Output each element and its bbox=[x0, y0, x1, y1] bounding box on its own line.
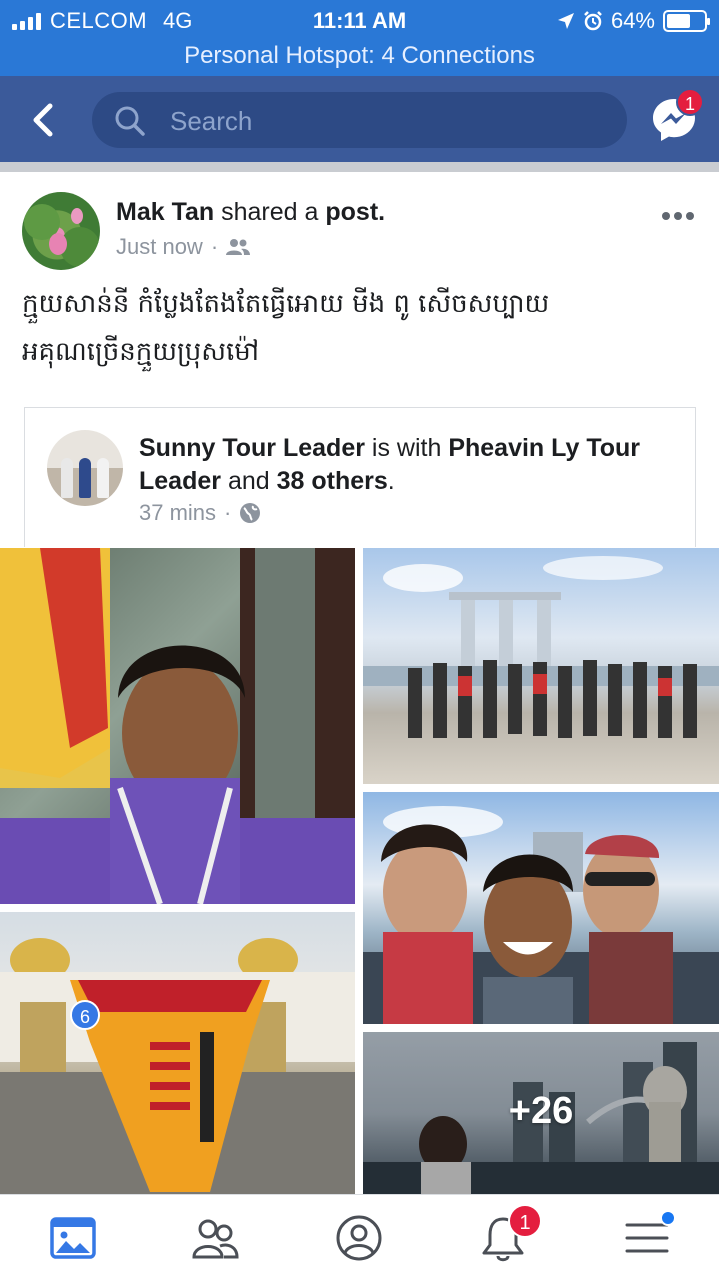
meta-dot: · bbox=[210, 234, 219, 259]
post-text: ក្មួយសាន់នី កំប្លែងតែងតែធ្វើអោយ មីង ពូ ស… bbox=[22, 284, 702, 379]
post-time[interactable]: Just now bbox=[116, 234, 203, 260]
app-root: CELCOM 4G 11:11 AM 64% Personal Hotspot:… bbox=[0, 0, 719, 1280]
photo-art bbox=[0, 938, 355, 1194]
shared-with-text: is with bbox=[371, 434, 442, 462]
tagged-others-link[interactable]: 38 others bbox=[277, 467, 388, 495]
shared-author-name[interactable]: Sunny Tour Leader bbox=[139, 434, 365, 462]
shared-author-avatar[interactable] bbox=[47, 430, 123, 506]
photo-group-selfie[interactable] bbox=[363, 792, 719, 1024]
location-icon bbox=[557, 13, 574, 29]
more-options-icon[interactable] bbox=[662, 208, 698, 224]
post-text-line: ក្មួយសាន់នី កំប្លែងតែងតែធ្វើអោយ មីង ពូ ស… bbox=[22, 289, 550, 319]
battery-icon bbox=[663, 10, 710, 32]
avatar-figure bbox=[61, 458, 73, 498]
friends-icon bbox=[226, 239, 251, 255]
battery-percent: 64% bbox=[610, 8, 655, 33]
photo-art bbox=[363, 806, 719, 1024]
alarm-icon bbox=[584, 11, 602, 31]
post-text-line: អគុណច្រើនក្មួយប្រុសម៉ៅ bbox=[22, 336, 260, 367]
shared-post-time[interactable]: 37 mins bbox=[139, 500, 216, 526]
news-feed-icon[interactable] bbox=[48, 1213, 98, 1263]
post-object-link[interactable]: post. bbox=[325, 198, 385, 226]
profile-icon[interactable] bbox=[334, 1213, 384, 1263]
photo-flag-gate[interactable] bbox=[0, 912, 355, 1194]
feed-divider bbox=[0, 162, 719, 172]
status-bar: CELCOM 4G 11:11 AM 64% Personal Hotspot:… bbox=[0, 0, 719, 76]
post-meta: Just now · bbox=[116, 234, 251, 260]
avatar-figure bbox=[97, 458, 109, 498]
battery-fill bbox=[667, 14, 691, 28]
lotus-photo bbox=[24, 204, 100, 267]
avatar-figure bbox=[79, 458, 91, 498]
author-name[interactable]: Mak Tan bbox=[116, 198, 214, 226]
feed-post: Mak Tan shared a post. Just now · ក្មួយស… bbox=[0, 172, 719, 1194]
post-action: shared a bbox=[221, 198, 319, 226]
more-photos-count: +26 bbox=[508, 1090, 574, 1132]
notifications-badge: 1 bbox=[508, 1204, 542, 1238]
author-avatar[interactable] bbox=[22, 192, 100, 270]
photo-group-marina-bay[interactable] bbox=[363, 548, 719, 784]
shared-and-text: and bbox=[227, 467, 270, 495]
meta-dot: · bbox=[224, 500, 232, 525]
photo-art bbox=[363, 556, 719, 738]
hotspot-banner[interactable]: Personal Hotspot: 4 Connections bbox=[0, 42, 719, 70]
shared-period: . bbox=[387, 467, 395, 495]
messenger-badge: 1 bbox=[676, 88, 704, 116]
shared-post-card[interactable]: Sunny Tour Leader is with Pheavin Ly Tou… bbox=[24, 407, 696, 547]
photo-count-badge: 6 bbox=[70, 1000, 100, 1030]
friends-icon[interactable] bbox=[190, 1213, 240, 1263]
menu-indicator-dot bbox=[660, 1210, 676, 1226]
shared-post-title: Sunny Tour Leader is with Pheavin Ly Tou… bbox=[139, 432, 679, 498]
top-navbar: Search bbox=[0, 76, 719, 162]
shared-post-meta: 37 mins · bbox=[139, 500, 261, 526]
back-icon[interactable] bbox=[28, 100, 60, 140]
search-input[interactable]: Search bbox=[92, 92, 627, 148]
search-icon bbox=[115, 106, 145, 136]
search-placeholder: Search bbox=[170, 106, 253, 136]
photo-selfie-flag[interactable] bbox=[0, 548, 355, 904]
bottom-tab-bar bbox=[0, 1194, 719, 1280]
post-header: Mak Tan shared a post. bbox=[116, 198, 385, 227]
photo-art bbox=[0, 548, 355, 904]
globe-icon bbox=[240, 503, 261, 523]
photo-merlion-more[interactable]: +26 bbox=[363, 1032, 719, 1194]
